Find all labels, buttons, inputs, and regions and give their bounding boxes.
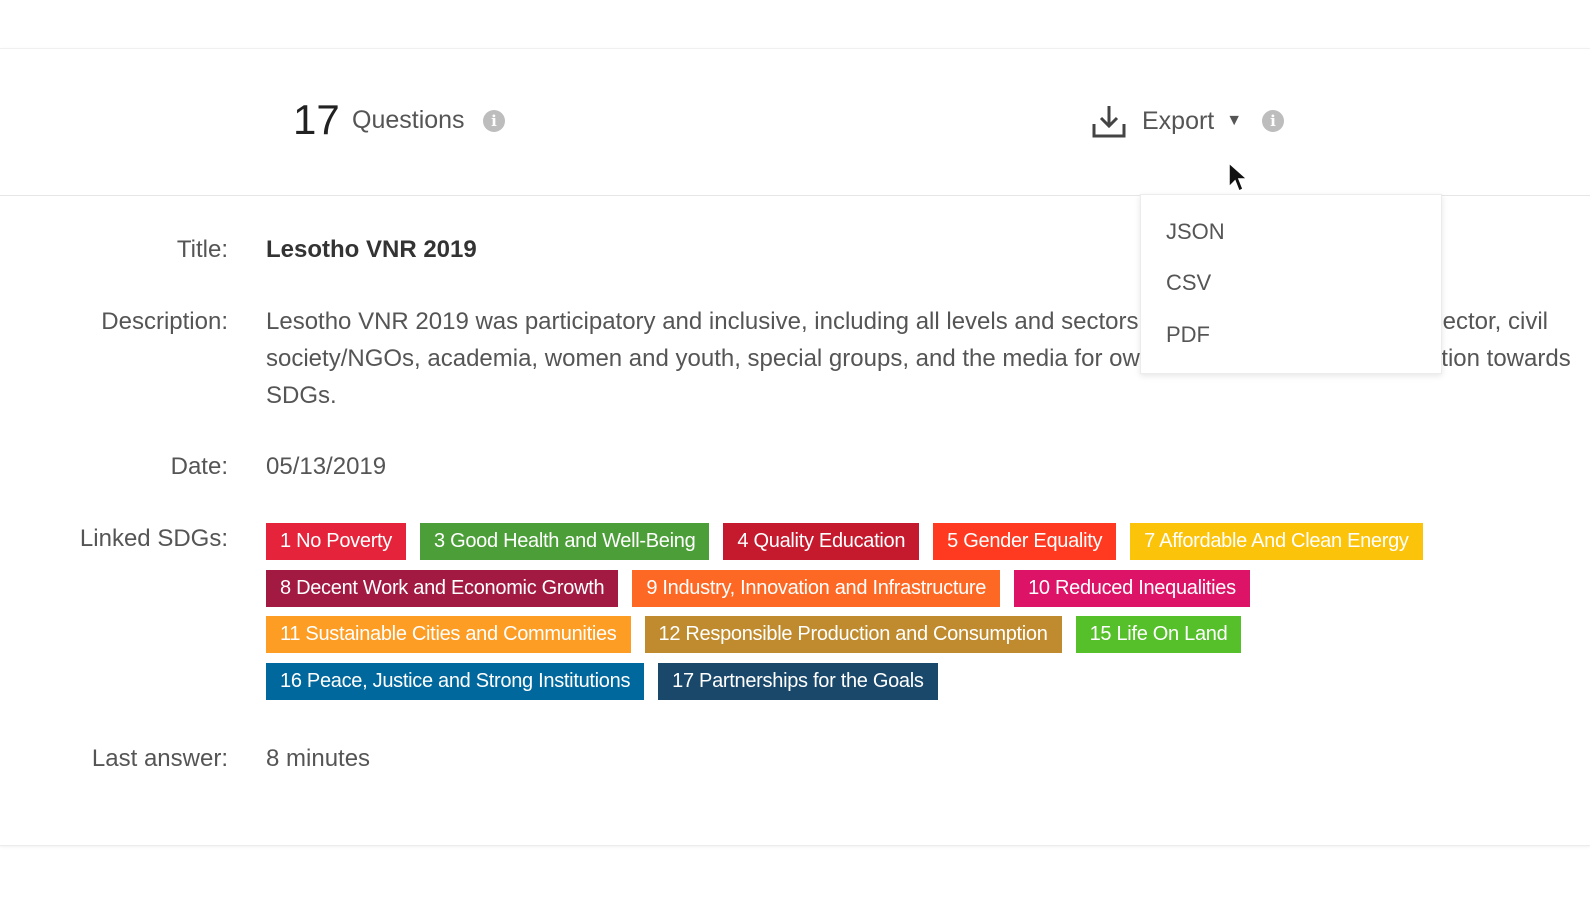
info-icon[interactable]: i (483, 110, 505, 132)
sdg-tag[interactable]: 10 Reduced Inequalities (1014, 569, 1250, 607)
last-answer-value: 8 minutes (266, 745, 371, 772)
export-label: Export (1142, 106, 1215, 135)
sdg-tag-row: 8 Decent Work and Economic Growth 9 Indus… (266, 569, 1466, 607)
title-value: Lesotho VNR 2019 (266, 236, 477, 263)
sdg-tag[interactable]: 5 Gender Equality (933, 523, 1117, 560)
mouse-pointer-icon (1228, 161, 1249, 193)
export-option-pdf[interactable]: PDF (1166, 322, 1210, 348)
chevron-down-icon[interactable]: ▼ (1226, 112, 1242, 130)
sdg-tag[interactable]: 12 Responsible Production and Consumptio… (644, 616, 1062, 653)
export-dropdown: JSON CSV PDF (1140, 194, 1442, 374)
survey-card: 17 Questions i Export ▼ i JSON CSV PDF T… (0, 48, 1590, 846)
sdg-tag[interactable]: 8 Decent Work and Economic Growth (266, 569, 619, 607)
sdg-tag[interactable]: 3 Good Health and Well-Being (420, 523, 710, 560)
description-label: Description: (101, 308, 228, 335)
card-header: 17 Questions i Export ▼ i (0, 49, 1590, 196)
last-answer-label: Last answer: (91, 745, 228, 772)
sdg-tag[interactable]: 16 Peace, Justice and Strong Institution… (266, 662, 645, 700)
linked-sdgs-label: Linked SDGs: (79, 525, 228, 552)
sdg-tag[interactable]: 9 Industry, Innovation and Infrastructur… (632, 569, 1001, 607)
date-value: 05/13/2019 (266, 453, 387, 480)
sdg-tag[interactable]: 7 Affordable And Clean Energy (1130, 523, 1423, 560)
question-count: 17 (293, 96, 340, 143)
title-label: Title: (176, 236, 228, 263)
sdg-tag[interactable]: 11 Sustainable Cities and Communities (266, 616, 631, 653)
sdg-tag[interactable]: 17 Partnerships for the Goals (658, 662, 938, 700)
sdg-tag[interactable]: 4 Quality Education (723, 523, 920, 560)
sdg-tag[interactable]: 1 No Poverty (266, 523, 407, 560)
sdg-tag-row: 11 Sustainable Cities and Communities 12 … (266, 616, 1466, 653)
question-count-label: Questions (352, 106, 465, 134)
export-option-csv[interactable]: CSV (1166, 270, 1211, 296)
sdg-tag-list: 1 No Poverty 3 Good Health and Well-Being… (266, 523, 1466, 709)
download-icon (1090, 102, 1128, 140)
sdg-tag-row: 16 Peace, Justice and Strong Institution… (266, 662, 1466, 700)
date-label: Date: (170, 453, 228, 480)
sdg-tag-row: 1 No Poverty 3 Good Health and Well-Being… (266, 523, 1466, 560)
export-button[interactable]: Export ▼ (1090, 101, 1242, 141)
info-icon[interactable]: i (1262, 110, 1284, 132)
sdg-tag[interactable]: 15 Life On Land (1075, 616, 1242, 653)
export-option-json[interactable]: JSON (1166, 219, 1225, 245)
